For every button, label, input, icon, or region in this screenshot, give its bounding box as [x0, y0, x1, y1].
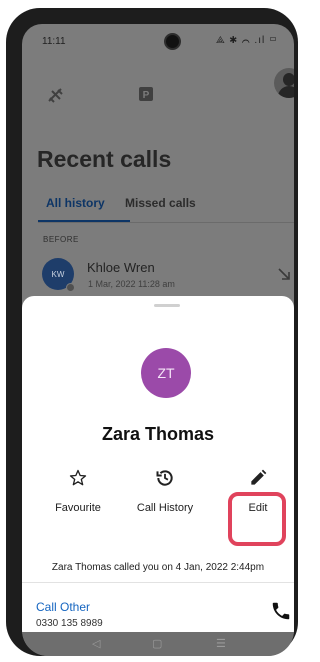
phone-frame: 11:11 ⟁ ✱ ⌒ .ıl ▭ P Recent calls All his… — [6, 8, 298, 656]
front-camera — [164, 33, 181, 50]
status-icons: ⟁ ✱ ⌒ .ıl ▭ — [215, 35, 278, 46]
pencil-icon — [214, 468, 294, 492]
call-history-label: Call History — [136, 502, 194, 514]
toolbar: P — [22, 76, 294, 116]
phone-icon[interactable] — [270, 600, 292, 627]
menu-nav-button[interactable]: ☰ — [216, 637, 226, 650]
avatar-head — [283, 73, 294, 86]
tab-all-history[interactable]: All history — [46, 196, 105, 210]
home-nav-button[interactable]: ▢ — [152, 637, 162, 650]
avatar-body — [278, 86, 294, 98]
tab-missed-calls[interactable]: Missed calls — [125, 196, 196, 210]
parking-icon[interactable]: P — [138, 86, 154, 107]
tabs-divider — [38, 222, 294, 223]
status-time: 11:11 — [42, 36, 66, 47]
sheet-drag-handle[interactable] — [154, 304, 180, 307]
arrow-down-right-icon — [276, 266, 292, 287]
status-bar: 11:11 ⟁ ✱ ⌒ .ıl ▭ — [22, 24, 294, 58]
call-info-text: Zara Thomas called you on 4 Jan, 2022 2:… — [51, 562, 265, 573]
call-entry-datetime: 1 Mar, 2022 11:28 am — [88, 279, 175, 289]
contact-bottom-sheet: ZT Zara Thomas Favourite Call History Ed… — [22, 296, 294, 632]
call-entry-name[interactable]: Khloe Wren — [87, 260, 155, 275]
sheet-divider — [22, 582, 294, 583]
call-entry-status-dot — [66, 283, 75, 292]
moon-icon[interactable] — [94, 86, 112, 109]
star-outline-icon — [34, 468, 122, 492]
back-nav-button[interactable]: ◁ — [92, 637, 100, 650]
call-other-link[interactable]: Call Other — [36, 600, 90, 614]
page-title: Recent calls — [37, 146, 172, 172]
edit-highlight-box — [228, 492, 286, 546]
section-label: BEFORE — [43, 235, 79, 244]
history-icon — [121, 468, 209, 492]
plane-icon[interactable] — [46, 86, 66, 111]
favourite-label: Favourite — [55, 502, 101, 514]
contact-avatar: ZT — [141, 348, 191, 398]
system-navigation-bar: ◁ ▢ ☰ — [22, 632, 294, 656]
svg-text:P: P — [143, 90, 150, 101]
call-history-button[interactable]: Call History — [121, 468, 209, 514]
call-other-number: 0330 135 8989 — [36, 618, 103, 629]
favourite-button[interactable]: Favourite — [34, 468, 122, 514]
contact-name: Zara Thomas — [101, 424, 215, 444]
screen: 11:11 ⟁ ✱ ⌒ .ıl ▭ P Recent calls All his… — [22, 24, 294, 656]
